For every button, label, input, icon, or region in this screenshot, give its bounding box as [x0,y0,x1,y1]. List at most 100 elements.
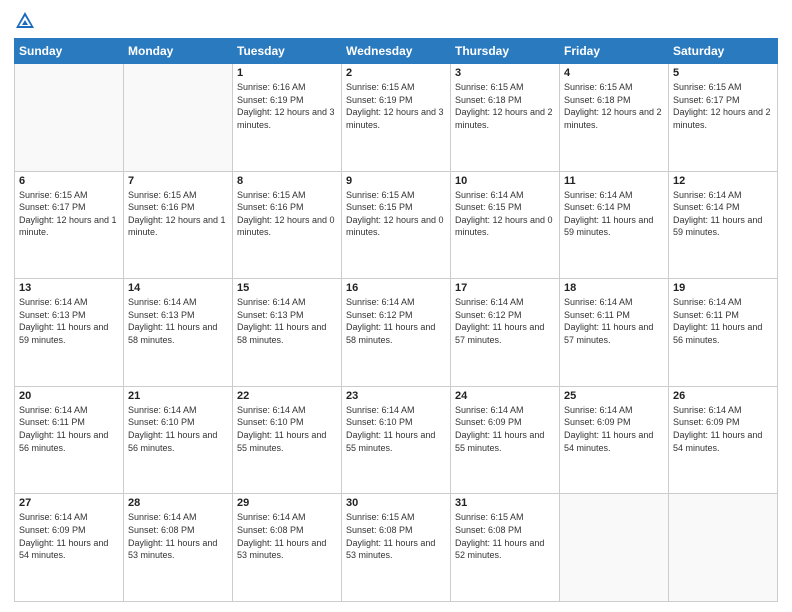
calendar-cell: 26 Sunrise: 6:14 AM Sunset: 6:09 PM Dayli… [669,386,778,494]
day-number: 22 [237,390,337,402]
day-number: 13 [19,282,119,294]
calendar-cell [669,494,778,602]
day-info: Sunrise: 6:15 AM Sunset: 6:18 PM Dayligh… [564,81,664,131]
calendar-cell: 21 Sunrise: 6:14 AM Sunset: 6:10 PM Dayli… [124,386,233,494]
calendar-cell: 22 Sunrise: 6:14 AM Sunset: 6:10 PM Dayli… [233,386,342,494]
day-number: 15 [237,282,337,294]
day-number: 2 [346,67,446,79]
dow-header-monday: Monday [124,39,233,64]
day-info: Sunrise: 6:16 AM Sunset: 6:19 PM Dayligh… [237,81,337,131]
calendar-body: 1 Sunrise: 6:16 AM Sunset: 6:19 PM Daylig… [15,64,778,602]
day-number: 14 [128,282,228,294]
day-number: 7 [128,175,228,187]
day-number: 17 [455,282,555,294]
day-info: Sunrise: 6:15 AM Sunset: 6:16 PM Dayligh… [237,189,337,239]
day-number: 9 [346,175,446,187]
calendar-cell: 25Sunrise: 6:14 AM Sunset: 6:09 PM Dayli… [560,386,669,494]
calendar-cell: 5 Sunrise: 6:15 AM Sunset: 6:17 PM Daylig… [669,64,778,172]
calendar-cell: 31Sunrise: 6:15 AM Sunset: 6:08 PM Dayli… [451,494,560,602]
dow-header-friday: Friday [560,39,669,64]
calendar-cell: 27 Sunrise: 6:14 AM Sunset: 6:09 PM Dayli… [15,494,124,602]
calendar-cell: 16Sunrise: 6:14 AM Sunset: 6:12 PM Dayli… [342,279,451,387]
day-info: Sunrise: 6:14 AM Sunset: 6:09 PM Dayligh… [455,404,555,454]
day-number: 21 [128,390,228,402]
calendar-cell [15,64,124,172]
day-info: Sunrise: 6:14 AM Sunset: 6:09 PM Dayligh… [19,511,119,561]
calendar-cell: 23 Sunrise: 6:14 AM Sunset: 6:10 PM Dayli… [342,386,451,494]
day-info: Sunrise: 6:15 AM Sunset: 6:17 PM Dayligh… [19,189,119,239]
day-number: 8 [237,175,337,187]
calendar-cell: 18 Sunrise: 6:14 AM Sunset: 6:11 PM Dayli… [560,279,669,387]
day-number: 20 [19,390,119,402]
calendar-cell: 11Sunrise: 6:14 AM Sunset: 6:14 PM Dayli… [560,171,669,279]
day-number: 3 [455,67,555,79]
calendar-cell: 17 Sunrise: 6:14 AM Sunset: 6:12 PM Dayli… [451,279,560,387]
day-info: Sunrise: 6:14 AM Sunset: 6:08 PM Dayligh… [128,511,228,561]
header [14,10,778,32]
calendar-cell: 4 Sunrise: 6:15 AM Sunset: 6:18 PM Daylig… [560,64,669,172]
day-number: 11 [564,175,664,187]
day-number: 23 [346,390,446,402]
dow-header-sunday: Sunday [15,39,124,64]
day-number: 24 [455,390,555,402]
day-number: 28 [128,497,228,509]
day-number: 19 [673,282,773,294]
day-info: Sunrise: 6:15 AM Sunset: 6:17 PM Dayligh… [673,81,773,131]
calendar-cell: 10 Sunrise: 6:14 AM Sunset: 6:15 PM Dayli… [451,171,560,279]
day-info: Sunrise: 6:15 AM Sunset: 6:19 PM Dayligh… [346,81,446,131]
logo [14,10,38,32]
day-info: Sunrise: 6:14 AM Sunset: 6:13 PM Dayligh… [237,296,337,346]
calendar-cell: 30 Sunrise: 6:15 AM Sunset: 6:08 PM Dayli… [342,494,451,602]
day-number: 25 [564,390,664,402]
week-row-2: 6 Sunrise: 6:15 AM Sunset: 6:17 PM Daylig… [15,171,778,279]
calendar-cell: 2 Sunrise: 6:15 AM Sunset: 6:19 PM Daylig… [342,64,451,172]
calendar-cell: 15 Sunrise: 6:14 AM Sunset: 6:13 PM Dayli… [233,279,342,387]
calendar-cell: 20 Sunrise: 6:14 AM Sunset: 6:11 PM Dayli… [15,386,124,494]
day-number: 29 [237,497,337,509]
day-info: Sunrise: 6:14 AM Sunset: 6:10 PM Dayligh… [237,404,337,454]
page: SundayMondayTuesdayWednesdayThursdayFrid… [0,0,792,612]
day-info: Sunrise: 6:14 AM Sunset: 6:10 PM Dayligh… [346,404,446,454]
day-number: 16 [346,282,446,294]
day-number: 27 [19,497,119,509]
dow-header-tuesday: Tuesday [233,39,342,64]
dow-header-thursday: Thursday [451,39,560,64]
day-info: Sunrise: 6:15 AM Sunset: 6:08 PM Dayligh… [346,511,446,561]
day-info: Sunrise: 6:14 AM Sunset: 6:10 PM Dayligh… [128,404,228,454]
week-row-1: 1 Sunrise: 6:16 AM Sunset: 6:19 PM Daylig… [15,64,778,172]
calendar-cell: 3Sunrise: 6:15 AM Sunset: 6:18 PM Daylig… [451,64,560,172]
day-info: Sunrise: 6:15 AM Sunset: 6:15 PM Dayligh… [346,189,446,239]
day-number: 4 [564,67,664,79]
calendar-table: SundayMondayTuesdayWednesdayThursdayFrid… [14,38,778,602]
calendar-cell: 7Sunrise: 6:15 AM Sunset: 6:16 PM Daylig… [124,171,233,279]
calendar-cell: 19 Sunrise: 6:14 AM Sunset: 6:11 PM Dayli… [669,279,778,387]
calendar-cell: 29 Sunrise: 6:14 AM Sunset: 6:08 PM Dayli… [233,494,342,602]
calendar-cell: 6 Sunrise: 6:15 AM Sunset: 6:17 PM Daylig… [15,171,124,279]
day-number: 10 [455,175,555,187]
day-info: Sunrise: 6:14 AM Sunset: 6:11 PM Dayligh… [19,404,119,454]
day-info: Sunrise: 6:14 AM Sunset: 6:08 PM Dayligh… [237,511,337,561]
day-info: Sunrise: 6:14 AM Sunset: 6:12 PM Dayligh… [455,296,555,346]
calendar-cell: 9 Sunrise: 6:15 AM Sunset: 6:15 PM Daylig… [342,171,451,279]
calendar-cell: 24 Sunrise: 6:14 AM Sunset: 6:09 PM Dayli… [451,386,560,494]
day-info: Sunrise: 6:14 AM Sunset: 6:11 PM Dayligh… [673,296,773,346]
day-number: 30 [346,497,446,509]
day-info: Sunrise: 6:14 AM Sunset: 6:09 PM Dayligh… [673,404,773,454]
day-number: 18 [564,282,664,294]
calendar-cell: 14 Sunrise: 6:14 AM Sunset: 6:13 PM Dayli… [124,279,233,387]
calendar-cell: 28 Sunrise: 6:14 AM Sunset: 6:08 PM Dayli… [124,494,233,602]
day-info: Sunrise: 6:14 AM Sunset: 6:13 PM Dayligh… [128,296,228,346]
dow-header-saturday: Saturday [669,39,778,64]
week-row-3: 13 Sunrise: 6:14 AM Sunset: 6:13 PM Dayli… [15,279,778,387]
day-info: Sunrise: 6:14 AM Sunset: 6:11 PM Dayligh… [564,296,664,346]
day-info: Sunrise: 6:14 AM Sunset: 6:14 PM Dayligh… [673,189,773,239]
day-info: Sunrise: 6:14 AM Sunset: 6:15 PM Dayligh… [455,189,555,239]
day-number: 1 [237,67,337,79]
day-number: 5 [673,67,773,79]
day-info: Sunrise: 6:15 AM Sunset: 6:08 PM Dayligh… [455,511,555,561]
logo-icon [14,10,36,32]
days-of-week-row: SundayMondayTuesdayWednesdayThursdayFrid… [15,39,778,64]
calendar-cell: 8 Sunrise: 6:15 AM Sunset: 6:16 PM Daylig… [233,171,342,279]
day-number: 6 [19,175,119,187]
day-number: 26 [673,390,773,402]
